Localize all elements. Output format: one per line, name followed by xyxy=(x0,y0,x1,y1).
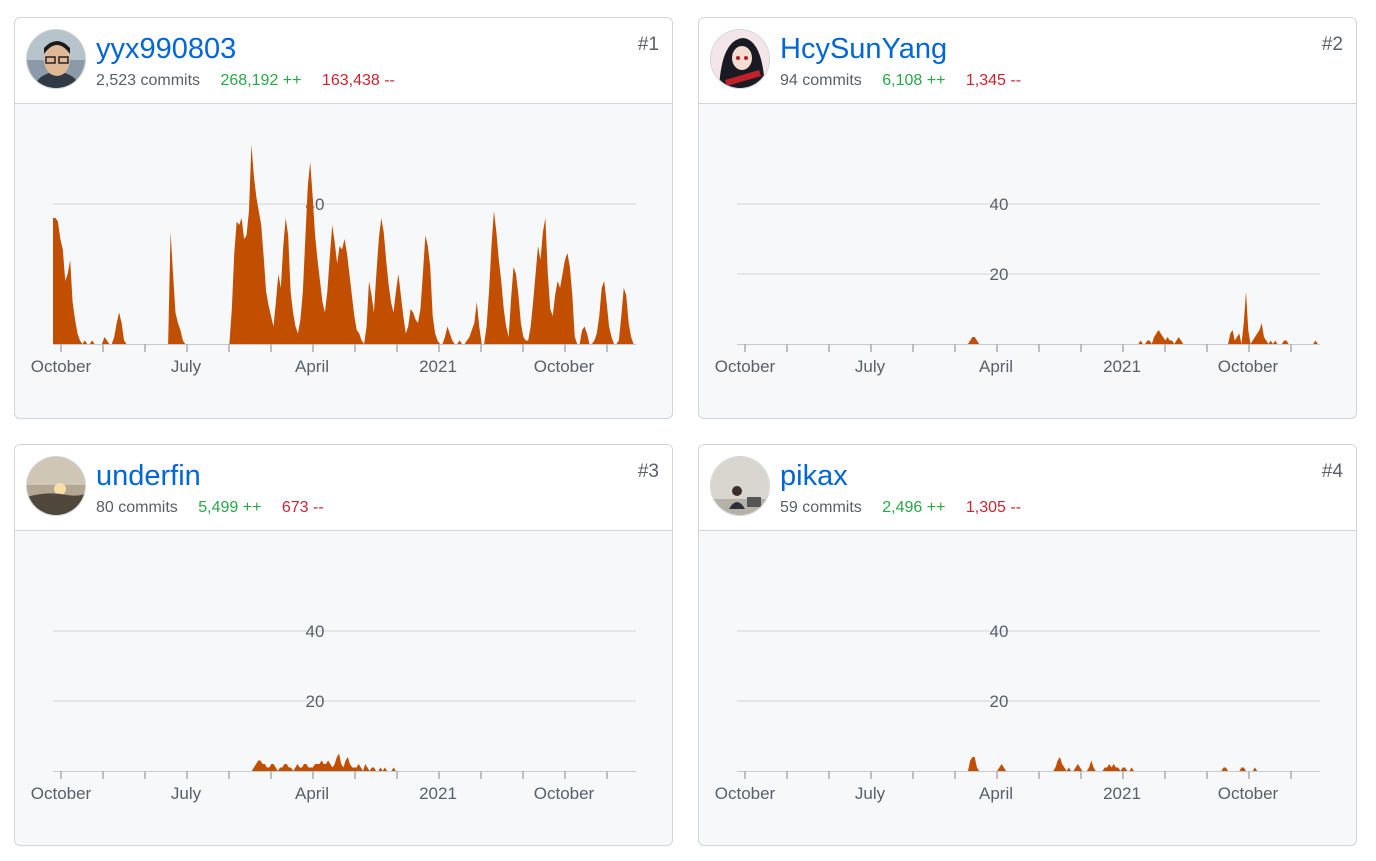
contribution-chart: 40 20 October July April 2021 October xyxy=(715,622,1320,803)
y-tick-label: 20 xyxy=(990,692,1009,711)
contribution-stats: 94 commits 6,108 ++ 1,345 -- xyxy=(780,71,1021,91)
additions-count: 6,108 ++ xyxy=(882,72,946,89)
x-tick-label: 2021 xyxy=(1103,784,1141,803)
commit-area-series xyxy=(737,757,1320,771)
rank-label: #2 xyxy=(1321,34,1343,55)
card-header: yyx990803 2,523 commits 268,192 ++ 163,4… xyxy=(15,18,672,104)
commit-count[interactable]: 80 commits xyxy=(96,499,178,516)
additions-count: 2,496 ++ xyxy=(882,499,946,516)
avatar-person-desk-icon xyxy=(711,457,769,515)
x-tick-label: October xyxy=(715,357,776,376)
contribution-chart: 40 20 October July April 2021 October xyxy=(715,195,1320,376)
username-link[interactable]: pikax xyxy=(780,459,848,493)
commit-count[interactable]: 59 commits xyxy=(780,499,862,516)
card-header: underfin 80 commits 5,499 ++ 673 -- #3 xyxy=(15,445,672,531)
x-tick-label: July xyxy=(171,784,202,803)
x-tick-label: April xyxy=(295,357,329,376)
x-tick-label: April xyxy=(295,784,329,803)
y-tick-label: 40 xyxy=(990,195,1009,214)
x-tick-label: July xyxy=(855,357,886,376)
x-tick-label: October xyxy=(1218,357,1279,376)
avatar[interactable] xyxy=(26,29,86,89)
contributor-card: underfin 80 commits 5,499 ++ 673 -- #3 4… xyxy=(14,444,673,846)
card-header: HcySunYang 94 commits 6,108 ++ 1,345 -- … xyxy=(699,18,1356,104)
commit-count[interactable]: 2,523 commits xyxy=(96,72,200,89)
avatar[interactable] xyxy=(710,29,770,89)
username-link[interactable]: yyx990803 xyxy=(96,32,236,66)
deletions-count: 673 -- xyxy=(281,499,324,516)
y-tick-label: 20 xyxy=(306,692,325,711)
rank-label: #4 xyxy=(1321,461,1343,482)
rank-label: #1 xyxy=(637,34,659,55)
card-header: pikax 59 commits 2,496 ++ 1,305 -- #4 xyxy=(699,445,1356,531)
x-tick-label: April xyxy=(979,784,1013,803)
y-tick-label: 40 xyxy=(306,622,325,641)
username-link[interactable]: HcySunYang xyxy=(780,32,947,66)
additions-count: 5,499 ++ xyxy=(198,499,262,516)
commit-area-series xyxy=(53,144,636,344)
x-tick-label: July xyxy=(171,357,202,376)
x-tick-label: 2021 xyxy=(1103,357,1141,376)
contributor-card: HcySunYang 94 commits 6,108 ++ 1,345 -- … xyxy=(698,17,1357,419)
y-tick-label: 20 xyxy=(990,265,1009,284)
username-link[interactable]: underfin xyxy=(96,459,201,493)
x-tick-label: April xyxy=(979,357,1013,376)
avatar-person-glasses-icon xyxy=(27,30,85,88)
x-tick-label: July xyxy=(855,784,886,803)
x-tick-label: 2021 xyxy=(419,784,457,803)
commit-area-series xyxy=(53,753,636,771)
contribution-stats: 80 commits 5,499 ++ 673 -- xyxy=(96,498,324,518)
contribution-stats: 59 commits 2,496 ++ 1,305 -- xyxy=(780,498,1021,518)
contribution-chart: 40October July April 2021 October xyxy=(31,144,636,376)
x-tick-label: October xyxy=(31,357,92,376)
rank-label: #3 xyxy=(637,461,659,482)
x-tick-label: October xyxy=(534,357,595,376)
contribution-stats: 2,523 commits 268,192 ++ 163,438 -- xyxy=(96,71,395,91)
avatar-sunset-icon xyxy=(27,457,85,515)
deletions-count: 1,305 -- xyxy=(965,499,1022,516)
commit-count[interactable]: 94 commits xyxy=(780,72,862,89)
avatar-anime-character-icon xyxy=(711,30,769,88)
additions-count: 268,192 ++ xyxy=(220,72,302,89)
x-tick-label: October xyxy=(31,784,92,803)
contribution-chart: 40 20 October July April 2021 October xyxy=(31,622,636,803)
x-tick-label: October xyxy=(715,784,776,803)
deletions-count: 1,345 -- xyxy=(965,72,1022,89)
avatar[interactable] xyxy=(26,456,86,516)
contributor-card: pikax 59 commits 2,496 ++ 1,305 -- #4 40… xyxy=(698,444,1357,846)
deletions-count: 163,438 -- xyxy=(321,72,395,89)
x-tick-label: 2021 xyxy=(419,357,457,376)
y-tick-label: 40 xyxy=(990,622,1009,641)
x-tick-label: October xyxy=(1218,784,1279,803)
x-tick-label: October xyxy=(534,784,595,803)
avatar[interactable] xyxy=(710,456,770,516)
contributor-card: yyx990803 2,523 commits 268,192 ++ 163,4… xyxy=(14,17,673,419)
commit-area-series xyxy=(737,291,1320,344)
